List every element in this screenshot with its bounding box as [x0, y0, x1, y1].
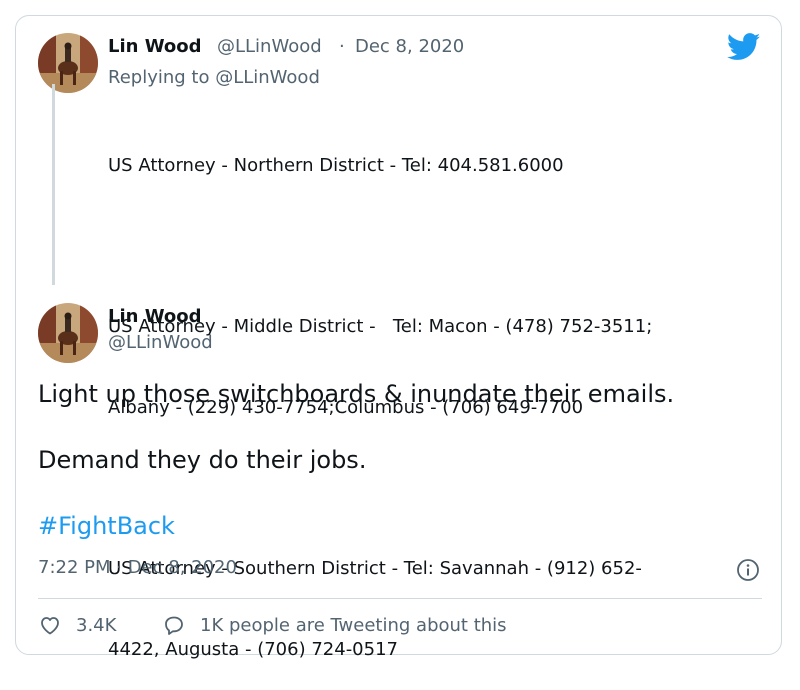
main-text-line: Demand they do their jobs.: [38, 446, 367, 474]
main-avatar[interactable]: [38, 303, 98, 363]
parent-text-line: 4422, Augusta - (706) 724-0517: [108, 639, 398, 660]
replying-to-mention[interactable]: @LLinWood: [215, 67, 320, 88]
main-tweet-text: Light up those switchboards & inundate t…: [38, 377, 674, 411]
conversation-link[interactable]: 1K people are Tweeting about this: [162, 613, 507, 637]
main-display-name[interactable]: Lin Wood: [108, 306, 202, 327]
parent-avatar[interactable]: [38, 33, 98, 93]
replying-prefix: Replying to: [108, 67, 216, 88]
parent-handle[interactable]: @LLinWood: [217, 36, 322, 57]
metrics-divider: [38, 598, 762, 599]
main-text-line: Light up those switchboards & inundate t…: [38, 380, 675, 408]
conversation-label: 1K people are Tweeting about this: [200, 614, 507, 636]
main-handle[interactable]: @LLinWood: [108, 332, 213, 353]
header-separator: ·: [339, 36, 345, 57]
thread-connector-line: [52, 84, 55, 285]
like-count: 3.4K: [76, 614, 117, 636]
avatar-image: [38, 303, 98, 363]
parent-date[interactable]: Dec 8, 2020: [355, 36, 464, 57]
parent-display-name[interactable]: Lin Wood: [108, 36, 202, 57]
tweet-timestamp[interactable]: 7:22 PM · Dec 8, 2020: [38, 557, 237, 578]
heart-icon: [41, 617, 59, 635]
info-icon[interactable]: [736, 558, 760, 582]
replying-to-label: Replying to @LLinWood: [108, 67, 320, 88]
hashtag-link[interactable]: #FightBack: [38, 512, 175, 540]
avatar-image: [38, 33, 98, 93]
twitter-bird-icon[interactable]: [727, 33, 761, 61]
speech-bubble-icon: [165, 616, 183, 635]
like-button[interactable]: 3.4K: [38, 613, 116, 637]
parent-text-line: US Attorney - Northern District - Tel: 4…: [108, 155, 564, 176]
